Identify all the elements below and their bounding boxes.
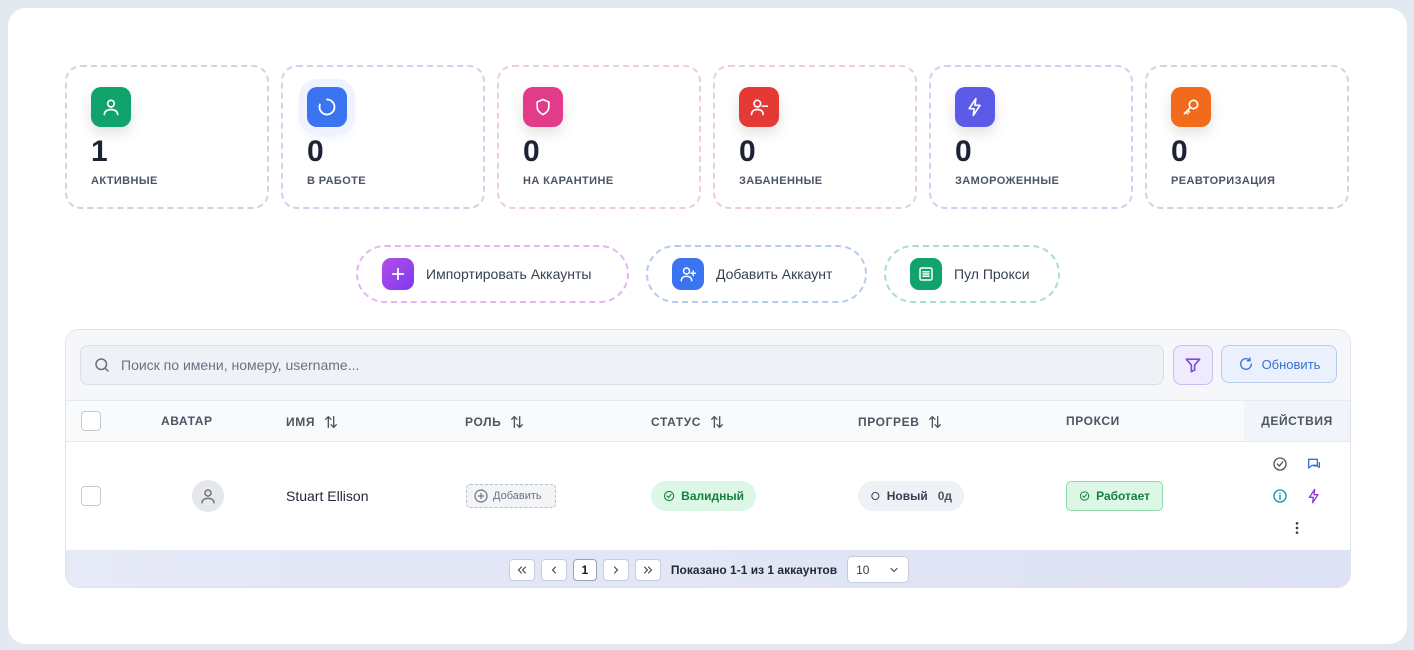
select-all-checkbox[interactable] bbox=[81, 411, 101, 431]
search-icon bbox=[95, 358, 109, 372]
check-circle-icon bbox=[1079, 491, 1090, 501]
table-header: АВАТАР ИМЯ РОЛЬ СТАТУС ПРОГРЕВ ПРОКСИ ДЕ… bbox=[66, 401, 1350, 442]
actions-row: Импортировать Аккаунты Добавить Аккаунт … bbox=[356, 245, 1060, 303]
proxy-pool-button[interactable]: Пул Прокси bbox=[884, 245, 1060, 303]
add-role-label: Добавить bbox=[493, 490, 542, 502]
stat-value: 0 bbox=[307, 135, 324, 168]
plus-circle-icon bbox=[474, 489, 488, 503]
filter-button[interactable] bbox=[1173, 345, 1213, 385]
stat-label: РЕАВТОРИЗАЦИЯ bbox=[1171, 175, 1276, 187]
chevron-down-icon bbox=[890, 567, 898, 572]
stat-value: 0 bbox=[523, 135, 540, 168]
user-minus-icon bbox=[739, 87, 779, 127]
column-name[interactable]: ИМЯ bbox=[286, 414, 339, 430]
warmup-days: 0д bbox=[937, 489, 952, 503]
add-account-label: Добавить Аккаунт bbox=[716, 266, 833, 282]
table-toolbar: Обновить bbox=[66, 330, 1350, 401]
add-account-button[interactable]: Добавить Аккаунт bbox=[646, 245, 867, 303]
column-status[interactable]: СТАТУС bbox=[651, 414, 725, 430]
check-circle-icon bbox=[663, 490, 675, 502]
column-role[interactable]: РОЛЬ bbox=[465, 414, 525, 430]
stat-value: 0 bbox=[1171, 135, 1188, 168]
main-panel: 1 АКТИВНЫЕ 0 В РАБОТЕ 0 НА КАРАНТИНЕ 0 З… bbox=[8, 8, 1407, 644]
plus-icon bbox=[382, 258, 414, 290]
stat-card-active[interactable]: 1 АКТИВНЫЕ bbox=[65, 65, 269, 209]
refresh-icon bbox=[1239, 357, 1252, 370]
spinner-icon bbox=[307, 87, 347, 127]
stat-card-quarantine[interactable]: 0 НА КАРАНТИНЕ bbox=[497, 65, 701, 209]
filter-icon bbox=[1185, 358, 1201, 373]
pagination-info: Показано 1-1 из 1 аккаунтов bbox=[670, 562, 838, 577]
chevron-left-icon bbox=[551, 565, 556, 574]
stat-card-frozen[interactable]: 0 ЗАМОРОЖЕННЫЕ bbox=[929, 65, 1133, 209]
sort-icon bbox=[511, 415, 524, 429]
shield-icon bbox=[523, 87, 563, 127]
double-chevron-right-icon bbox=[643, 565, 653, 574]
circle-icon bbox=[871, 491, 880, 501]
avatar bbox=[192, 480, 224, 512]
stats-row: 1 АКТИВНЫЕ 0 В РАБОТЕ 0 НА КАРАНТИНЕ 0 З… bbox=[65, 65, 1349, 209]
stat-label: В РАБОТЕ bbox=[307, 175, 367, 187]
stat-value: 1 bbox=[91, 135, 108, 168]
stat-label: ЗАБАНЕННЫЕ bbox=[739, 175, 823, 187]
current-page-button[interactable]: 1 bbox=[572, 558, 597, 581]
refresh-button[interactable]: Обновить bbox=[1221, 345, 1337, 383]
accounts-table-panel: Обновить АВАТАР ИМЯ РОЛЬ СТАТУС ПРОГРЕВ … bbox=[65, 329, 1351, 588]
stat-label: АКТИВНЫЕ bbox=[91, 175, 158, 187]
prev-page-button[interactable] bbox=[540, 558, 567, 581]
status-badge: Валидный bbox=[651, 481, 756, 511]
sort-icon bbox=[929, 415, 942, 429]
user-icon bbox=[91, 87, 131, 127]
account-name[interactable]: Stuart Ellison bbox=[286, 488, 368, 504]
proxy-status-badge: Работает bbox=[1066, 481, 1163, 511]
stat-value: 0 bbox=[955, 135, 972, 168]
column-warmup[interactable]: ПРОГРЕВ bbox=[858, 414, 943, 430]
pagination-bar: 1 Показано 1-1 из 1 аккаунтов 10 bbox=[66, 550, 1350, 587]
chat-icon[interactable] bbox=[1306, 456, 1322, 472]
warmup-badge: Новый 0д bbox=[858, 481, 964, 511]
import-accounts-label: Импортировать Аккаунты bbox=[426, 266, 592, 282]
stat-card-reauth[interactable]: 0 РЕАВТОРИЗАЦИЯ bbox=[1145, 65, 1349, 209]
stat-label: ЗАМОРОЖЕННЫЕ bbox=[955, 175, 1060, 187]
sort-icon bbox=[325, 415, 338, 429]
list-icon bbox=[910, 258, 942, 290]
column-actions: ДЕЙСТВИЯ bbox=[1244, 401, 1350, 441]
next-page-button[interactable] bbox=[602, 558, 629, 581]
stat-value: 0 bbox=[739, 135, 756, 168]
user-placeholder-icon bbox=[201, 489, 215, 504]
info-icon[interactable] bbox=[1272, 488, 1288, 504]
stat-card-in-work[interactable]: 0 В РАБОТЕ bbox=[281, 65, 485, 209]
double-chevron-left-icon bbox=[517, 565, 526, 574]
stat-label: НА КАРАНТИНЕ bbox=[523, 175, 614, 187]
proxy-pool-label: Пул Прокси bbox=[954, 266, 1030, 282]
column-avatar: АВАТАР bbox=[161, 414, 213, 428]
chevron-right-icon bbox=[613, 565, 619, 574]
sort-icon bbox=[711, 415, 724, 429]
last-page-button[interactable] bbox=[634, 558, 661, 581]
column-proxy: ПРОКСИ bbox=[1066, 414, 1120, 428]
row-checkbox[interactable] bbox=[81, 486, 101, 506]
lightning-icon[interactable] bbox=[1306, 488, 1322, 504]
check-icon[interactable] bbox=[1272, 456, 1288, 472]
refresh-label: Обновить bbox=[1261, 356, 1321, 372]
stat-card-banned[interactable]: 0 ЗАБАНЕННЫЕ bbox=[713, 65, 917, 209]
lightning-icon bbox=[955, 87, 995, 127]
add-role-button[interactable]: Добавить bbox=[466, 484, 556, 508]
search-input[interactable] bbox=[121, 357, 1121, 373]
table-row[interactable]: Stuart Ellison Добавить Валидный Новый 0… bbox=[66, 442, 1350, 550]
more-vertical-icon[interactable] bbox=[1289, 520, 1305, 536]
import-accounts-button[interactable]: Импортировать Аккаунты bbox=[356, 245, 629, 303]
user-plus-icon bbox=[672, 258, 704, 290]
page-size-select[interactable]: 10 bbox=[847, 556, 910, 583]
first-page-button[interactable] bbox=[508, 558, 535, 581]
key-icon bbox=[1171, 87, 1211, 127]
search-box bbox=[80, 345, 1164, 385]
